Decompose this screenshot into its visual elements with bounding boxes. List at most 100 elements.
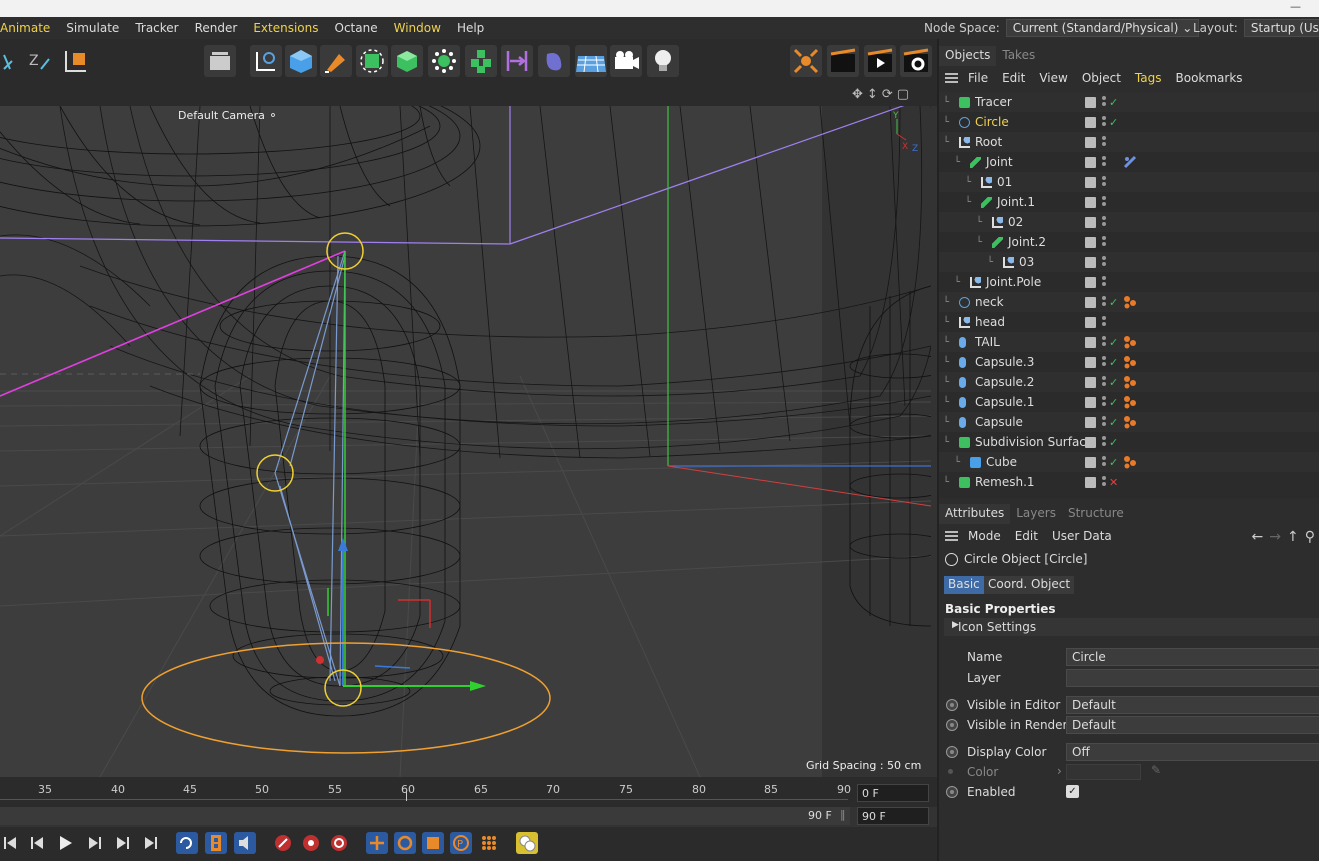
- objects-menu-bookmarks[interactable]: Bookmarks: [1169, 71, 1250, 85]
- layer-edit-icon[interactable]: [1085, 476, 1096, 488]
- enabled-check-icon[interactable]: ✓: [1109, 336, 1118, 349]
- object-row-capsule-3[interactable]: └ Capsule.3 ✓: [939, 352, 1319, 372]
- camera-label[interactable]: Default Camera ⚬: [178, 109, 278, 122]
- search-icon[interactable]: ⚲: [1305, 529, 1315, 545]
- visibility-dots-icon[interactable]: [1102, 236, 1106, 248]
- visibility-dots-icon[interactable]: [1102, 136, 1106, 148]
- tree-branch-icon[interactable]: └: [943, 417, 949, 428]
- layer-edit-icon[interactable]: [1085, 396, 1096, 408]
- menu-octane[interactable]: Octane: [327, 21, 386, 35]
- tree-branch-icon[interactable]: └: [943, 297, 949, 308]
- object-row-neck[interactable]: └ neck ✓: [939, 292, 1319, 312]
- visibility-dots-icon[interactable]: [1102, 156, 1106, 168]
- tab-takes[interactable]: Takes: [996, 46, 1041, 66]
- render-play-icon[interactable]: [864, 45, 896, 77]
- disabled-x-icon[interactable]: ✕: [1109, 476, 1118, 489]
- visibility-dots-icon[interactable]: [1102, 336, 1106, 348]
- previous-key-icon[interactable]: [27, 832, 49, 854]
- play-icon[interactable]: [55, 832, 77, 854]
- visibility-dots-icon[interactable]: [1102, 356, 1106, 368]
- 3d-viewport[interactable]: Y X Z: [0, 106, 931, 777]
- tree-branch-icon[interactable]: └: [943, 357, 949, 368]
- visibility-dots-icon[interactable]: [1102, 196, 1106, 208]
- light-icon[interactable]: [647, 45, 679, 77]
- deformer-icon[interactable]: [391, 45, 423, 77]
- param-key-icon[interactable]: P: [450, 832, 472, 854]
- layer-edit-icon[interactable]: [1085, 196, 1096, 208]
- animate-radio-icon[interactable]: [946, 719, 958, 731]
- object-row-03[interactable]: └ 03: [939, 252, 1319, 272]
- enabled-check-icon[interactable]: ✓: [1109, 436, 1118, 449]
- enabled-checkbox[interactable]: ✓: [1066, 785, 1079, 798]
- layer-edit-icon[interactable]: [1085, 216, 1096, 228]
- coordinate-system-icon[interactable]: [60, 45, 92, 77]
- object-row-circle[interactable]: └ Circle ✓: [939, 112, 1319, 132]
- objects-menu-view[interactable]: View: [1032, 71, 1074, 85]
- object-row-joint[interactable]: └ Joint: [939, 152, 1319, 172]
- tree-branch-icon[interactable]: └: [976, 217, 982, 228]
- mograph-icon[interactable]: [428, 45, 460, 77]
- visibility-dots-icon[interactable]: [1102, 316, 1106, 328]
- constraint-tag-icon[interactable]: [1123, 455, 1137, 469]
- range-handle-icon[interactable]: ‖: [840, 808, 846, 821]
- visibility-dots-icon[interactable]: [1102, 476, 1106, 488]
- object-row-joint-pole[interactable]: └ Joint.Pole: [939, 272, 1319, 292]
- layer-edit-icon[interactable]: [1085, 336, 1096, 348]
- object-row-joint-1[interactable]: └ Joint.1: [939, 192, 1319, 212]
- layer-edit-icon[interactable]: [1085, 456, 1096, 468]
- render-settings-icon[interactable]: [900, 45, 932, 77]
- visibility-dots-icon[interactable]: [1102, 436, 1106, 448]
- object-row-01[interactable]: └ 01: [939, 172, 1319, 192]
- color-swatch[interactable]: [1066, 764, 1141, 780]
- layer-edit-icon[interactable]: [1085, 116, 1096, 128]
- animate-radio-icon[interactable]: [946, 746, 958, 758]
- object-row-remesh-1[interactable]: └ Remesh.1 ✕: [939, 472, 1319, 492]
- menu-window[interactable]: Window: [386, 21, 449, 35]
- visibility-dots-icon[interactable]: [1102, 276, 1106, 288]
- floor-icon[interactable]: [575, 45, 607, 77]
- visibility-dots-icon[interactable]: [1102, 456, 1106, 468]
- cloner-icon[interactable]: [465, 45, 497, 77]
- sound-icon[interactable]: [234, 832, 256, 854]
- constraint-tag-icon[interactable]: [1123, 335, 1137, 349]
- subtab-coord[interactable]: Coord.: [984, 576, 1032, 594]
- layer-edit-icon[interactable]: [1085, 276, 1096, 288]
- subtab-basic[interactable]: Basic: [944, 576, 984, 594]
- enabled-check-icon[interactable]: ✓: [1109, 376, 1118, 389]
- icon-settings-group[interactable]: ▶ Icon Settings: [944, 618, 1319, 636]
- constraint-tag-icon[interactable]: [1123, 415, 1137, 429]
- character-icon[interactable]: [538, 45, 570, 77]
- up-arrow-icon[interactable]: ↑: [1287, 529, 1299, 545]
- tab-structure[interactable]: Structure: [1062, 504, 1130, 524]
- eyedropper-icon[interactable]: ✎: [1151, 763, 1161, 777]
- subtab-object[interactable]: Object: [1027, 576, 1075, 594]
- tree-branch-icon[interactable]: └: [943, 477, 949, 488]
- filmstrip-icon[interactable]: [205, 832, 227, 854]
- layer-edit-icon[interactable]: [1085, 416, 1096, 428]
- visibility-dots-icon[interactable]: [1102, 396, 1106, 408]
- visibility-dots-icon[interactable]: [1102, 116, 1106, 128]
- display-color-dropdown[interactable]: Off: [1066, 743, 1319, 761]
- menu-animate[interactable]: Animate: [0, 21, 58, 35]
- enabled-check-icon[interactable]: ✓: [1109, 396, 1118, 409]
- object-row-subdivision-surface[interactable]: └ Subdivision Surface ✓: [939, 432, 1319, 452]
- layer-edit-icon[interactable]: [1085, 96, 1096, 108]
- rotate-view-icon[interactable]: ⟳: [882, 87, 893, 102]
- toggle-view-icon[interactable]: ▢: [897, 87, 909, 102]
- chevron-right-icon[interactable]: ›: [1057, 764, 1062, 778]
- enabled-check-icon[interactable]: ✓: [1109, 116, 1118, 129]
- camera-icon[interactable]: [610, 45, 642, 77]
- timeline-settings-icon[interactable]: [516, 832, 538, 854]
- current-frame-field[interactable]: 0 F: [857, 784, 929, 802]
- menu-simulate[interactable]: Simulate: [58, 21, 127, 35]
- tree-branch-icon[interactable]: └: [965, 177, 971, 188]
- rotate-key-icon[interactable]: [394, 832, 416, 854]
- layer-edit-icon[interactable]: [1085, 256, 1096, 268]
- tree-branch-icon[interactable]: └: [965, 197, 971, 208]
- timeline-range-bar[interactable]: 90 F ‖: [0, 807, 850, 825]
- layer-edit-icon[interactable]: [1085, 316, 1096, 328]
- tab-objects[interactable]: Objects: [939, 46, 997, 66]
- object-row-cube[interactable]: └ Cube ✓: [939, 452, 1319, 472]
- tree-branch-icon[interactable]: └: [943, 437, 949, 448]
- tree-branch-icon[interactable]: └: [976, 237, 982, 248]
